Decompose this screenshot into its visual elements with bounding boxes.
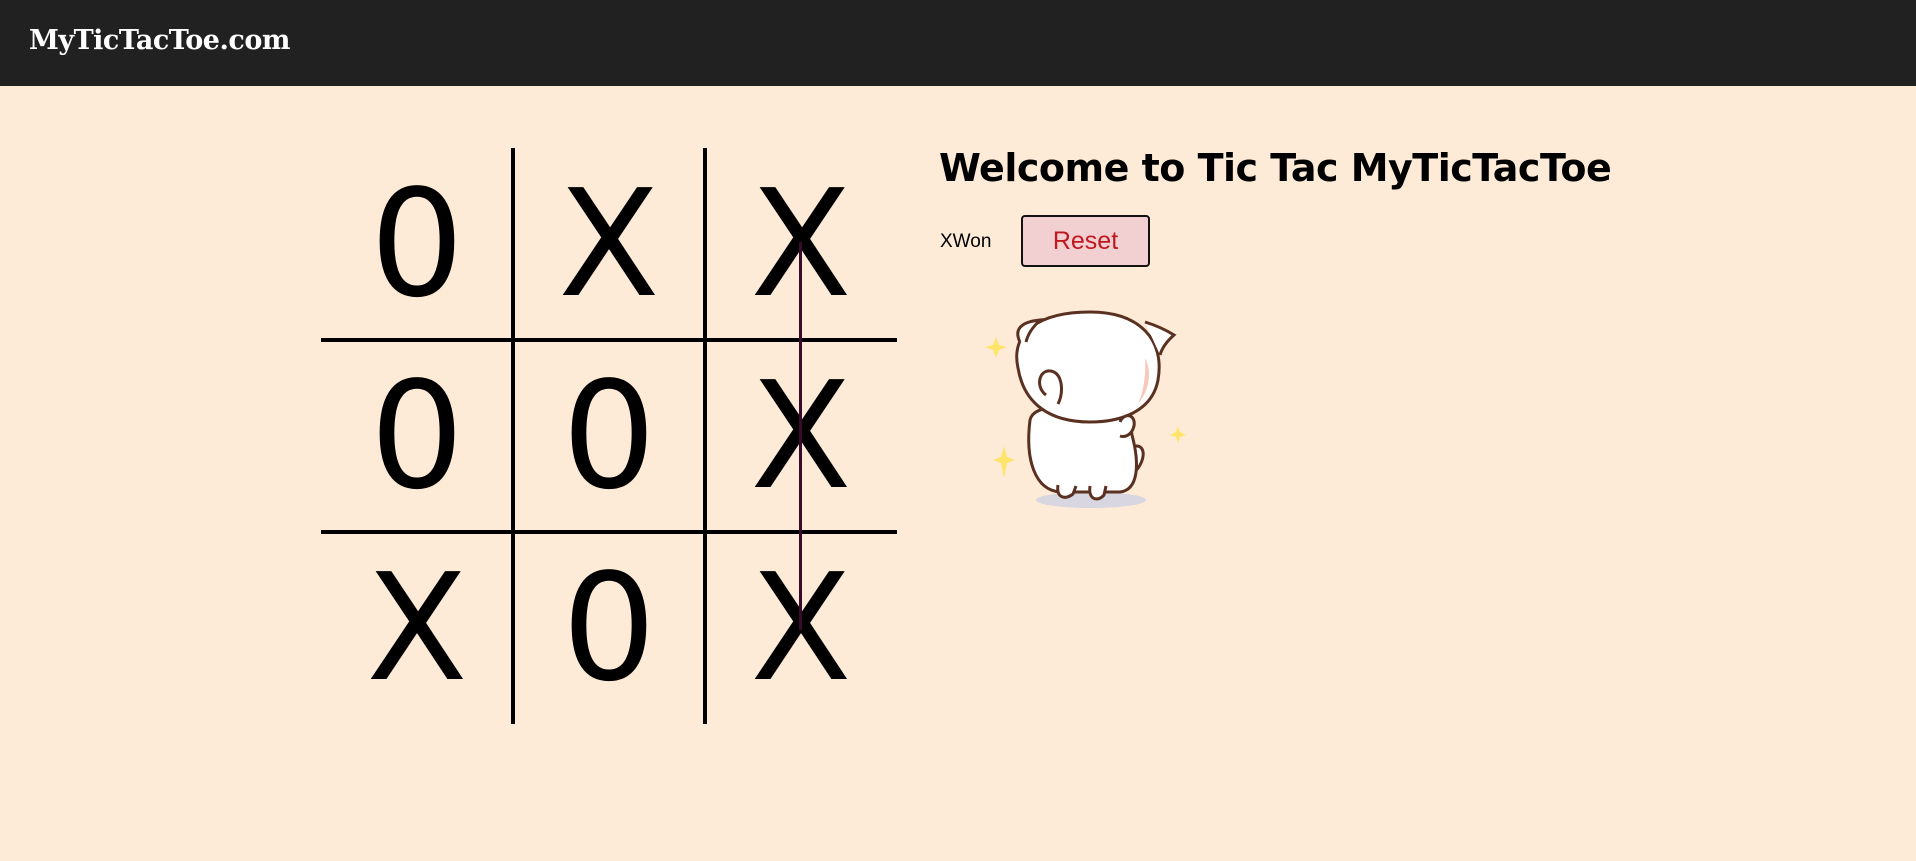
navbar: MyTicTacToe.com bbox=[0, 0, 1916, 86]
board-cell-7[interactable]: X bbox=[321, 532, 513, 724]
grid-line-horizontal bbox=[321, 530, 897, 534]
brand-logo[interactable]: MyTicTacToe.com bbox=[29, 22, 290, 60]
game-status: XWon bbox=[940, 231, 992, 252]
game-board: 0 X X 0 0 X X 0 X bbox=[321, 148, 897, 724]
reset-button[interactable]: Reset bbox=[1021, 215, 1150, 267]
board-cell-2[interactable]: X bbox=[513, 148, 705, 340]
board-cell-1[interactable]: 0 bbox=[321, 148, 513, 340]
winning-line bbox=[799, 242, 802, 630]
grid-line-vertical bbox=[511, 148, 515, 724]
board-cell-4[interactable]: 0 bbox=[321, 340, 513, 532]
board-cell-8[interactable]: 0 bbox=[513, 532, 705, 724]
board-cell-5[interactable]: 0 bbox=[513, 340, 705, 532]
grid-line-vertical bbox=[703, 148, 707, 724]
grid-line-horizontal bbox=[321, 338, 897, 342]
cat-celebrating-icon bbox=[980, 300, 1190, 515]
page-title: Welcome to Tic Tac MyTicTacToe bbox=[939, 146, 1612, 190]
